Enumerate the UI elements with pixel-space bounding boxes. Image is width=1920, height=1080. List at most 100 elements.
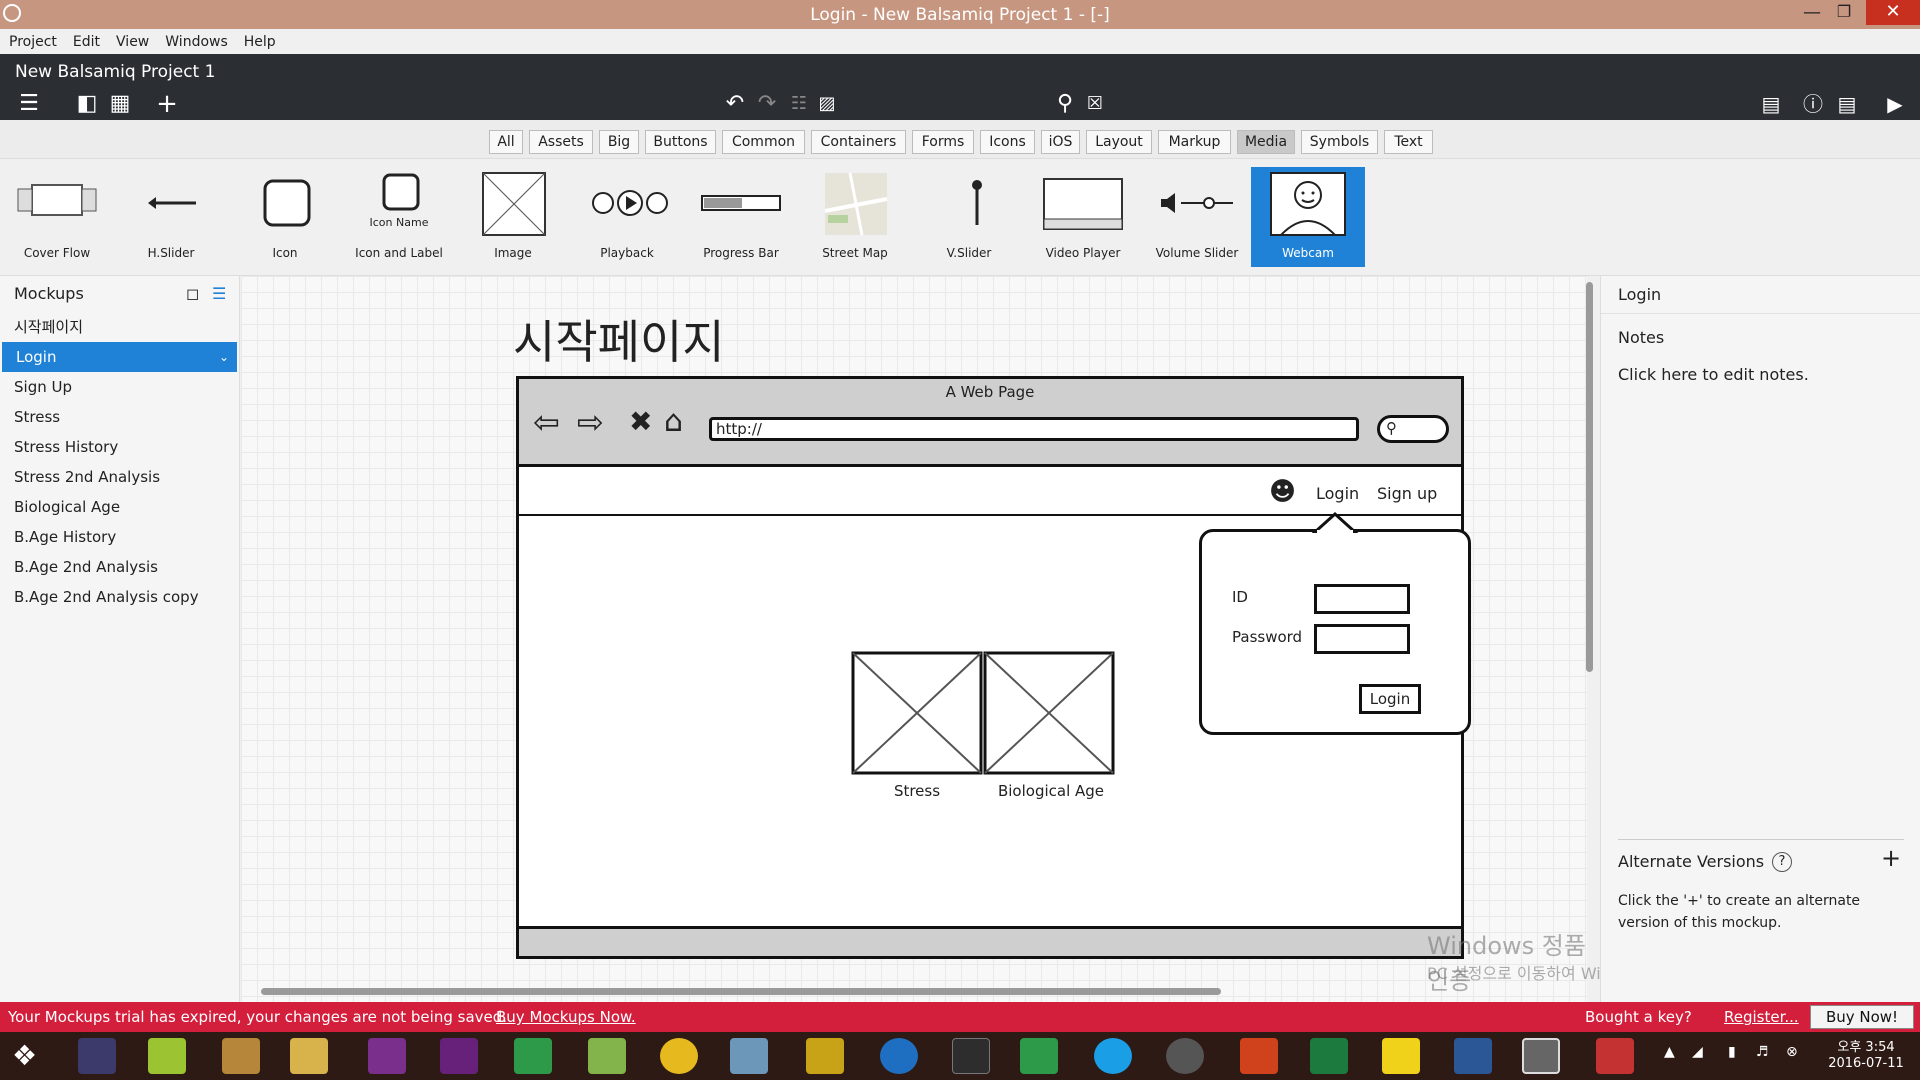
word-icon[interactable]	[1454, 1038, 1492, 1074]
onenote-icon[interactable]	[368, 1038, 406, 1074]
internet-explorer-icon[interactable]	[880, 1038, 918, 1074]
menu-view[interactable]: View	[116, 34, 149, 50]
palette-progress-bar[interactable]: Progress Bar	[684, 167, 798, 267]
filter-layout[interactable]: Layout	[1086, 130, 1152, 154]
network-icon[interactable]: ◢	[1692, 1044, 1703, 1060]
filter-ios[interactable]: iOS	[1041, 130, 1080, 154]
palette-image[interactable]: Image	[456, 167, 570, 267]
info-icon[interactable]: ⓘ	[1798, 90, 1828, 118]
undo-icon[interactable]: ↶	[720, 90, 750, 118]
app-taskbar-icon-2[interactable]	[730, 1038, 768, 1074]
fullscreen-icon[interactable]: ▶	[1880, 90, 1910, 118]
palette-v-slider[interactable]: V.Slider	[912, 167, 1026, 267]
mockup-item-bage-history[interactable]: B.Age History	[0, 522, 239, 552]
skype-icon[interactable]	[1094, 1038, 1132, 1074]
list-view-icon[interactable]: ☰	[212, 276, 226, 312]
add-alternate-icon[interactable]: +	[1881, 844, 1901, 872]
filter-big[interactable]: Big	[599, 130, 639, 154]
mockup-item-stress-2nd-analysis[interactable]: Stress 2nd Analysis	[0, 462, 239, 492]
filter-media[interactable]: Media	[1237, 130, 1295, 154]
settings-gear-icon[interactable]	[1166, 1038, 1204, 1074]
filter-containers[interactable]: Containers	[811, 130, 906, 154]
menu-project[interactable]: Project	[9, 34, 57, 50]
mockup-item-biological-age[interactable]: Biological Age	[0, 492, 239, 522]
horizontal-scrollbar[interactable]	[261, 988, 1221, 995]
balsamiq-active-icon[interactable]	[1522, 1038, 1560, 1074]
file-explorer-icon[interactable]	[290, 1038, 328, 1074]
filter-text[interactable]: Text	[1384, 130, 1433, 154]
terminal-icon[interactable]	[952, 1038, 990, 1074]
app-taskbar-icon-3[interactable]	[806, 1038, 844, 1074]
buy-now-button[interactable]: Buy Now!	[1810, 1005, 1914, 1029]
chrome-icon[interactable]	[660, 1038, 698, 1074]
single-view-icon[interactable]: ◧	[72, 90, 102, 118]
filter-assets[interactable]: Assets	[529, 130, 593, 154]
minimize-icon[interactable]: —	[1800, 2, 1824, 23]
copy-icon[interactable]: ☷	[784, 90, 814, 118]
evernote-icon-2[interactable]	[1020, 1038, 1058, 1074]
thumbnail-view-icon[interactable]: ◻	[186, 276, 199, 312]
restore-icon[interactable]: ❐	[1832, 2, 1856, 21]
chevron-down-icon[interactable]: ⌄	[219, 342, 229, 372]
paste-icon[interactable]: ▨	[812, 90, 842, 118]
battery-icon[interactable]: ▮	[1728, 1044, 1736, 1060]
filter-buttons[interactable]: Buttons	[645, 130, 716, 154]
buy-mockups-link[interactable]: Buy Mockups Now.	[496, 1008, 636, 1026]
filter-forms[interactable]: Forms	[912, 130, 974, 154]
help-icon[interactable]: ?	[1772, 852, 1792, 872]
excel-icon[interactable]	[1310, 1038, 1348, 1074]
windows-start-icon[interactable]: ❖	[12, 1042, 37, 1070]
mockup-item-stress[interactable]: Stress	[0, 402, 239, 432]
filter-markup[interactable]: Markup	[1158, 130, 1231, 154]
clock-time[interactable]: 오후 3:54	[1816, 1036, 1916, 1055]
visual-studio-icon[interactable]	[440, 1038, 478, 1074]
mockup-item-bage-2nd-analysis[interactable]: B.Age 2nd Analysis	[0, 552, 239, 582]
filter-icons[interactable]: Icons	[980, 130, 1035, 154]
app-taskbar-icon[interactable]	[222, 1038, 260, 1074]
mockup-item-start-page[interactable]: 시작페이지	[0, 312, 239, 342]
palette-playback[interactable]: Playback	[570, 167, 684, 267]
palette-icon-and-label[interactable]: Icon Name Icon and Label	[342, 167, 456, 267]
palette-webcam[interactable]: Webcam	[1251, 167, 1365, 267]
palette-volume-slider[interactable]: Volume Slider	[1140, 167, 1254, 267]
notes-text[interactable]: Click here to edit notes.	[1601, 347, 1920, 384]
redo-icon[interactable]: ↷	[752, 90, 782, 118]
add-icon[interactable]: +	[152, 90, 182, 118]
grid-view-icon[interactable]: ▦	[105, 90, 135, 118]
eclipse-taskbar-icon[interactable]	[78, 1038, 116, 1074]
register-link[interactable]: Register...	[1724, 1008, 1799, 1026]
app-taskbar-icon-4[interactable]	[1596, 1038, 1634, 1074]
presentation-icon[interactable]: ▤	[1756, 90, 1786, 118]
notepad-taskbar-icon[interactable]	[148, 1038, 186, 1074]
mockup-item-stress-history[interactable]: Stress History	[0, 432, 239, 462]
filter-all[interactable]: All	[489, 130, 523, 154]
tray-up-icon[interactable]: ▲	[1664, 1044, 1675, 1060]
filter-common[interactable]: Common	[722, 130, 805, 154]
notification-icon[interactable]: ⊗	[1786, 1044, 1798, 1060]
close-icon[interactable]: ✕	[1866, 0, 1920, 25]
mockup-item-login[interactable]: Login ⌄	[2, 342, 237, 372]
palette-cover-flow[interactable]: Cover Flow	[0, 167, 114, 267]
canvas-heading[interactable]: 시작페이지	[513, 306, 725, 372]
palette-street-map[interactable]: Street Map	[798, 167, 912, 267]
notes-icon[interactable]: ▤	[1832, 90, 1862, 118]
evernote-icon[interactable]	[514, 1038, 552, 1074]
volume-icon[interactable]: ♬	[1756, 1044, 1769, 1060]
delete-icon[interactable]: ☒	[1080, 90, 1110, 118]
mockup-canvas[interactable]: 시작페이지 A Web Page ⇦ ⇨ ✖ ⌂ http:// ⚲ ☻ Log…	[241, 276, 1785, 1002]
vertical-scrollbar[interactable]	[1586, 282, 1593, 672]
kakaotalk-icon[interactable]	[1382, 1038, 1420, 1074]
menu-help[interactable]: Help	[244, 34, 276, 50]
android-studio-icon[interactable]	[588, 1038, 626, 1074]
hamburger-menu-icon[interactable]: ☰	[14, 90, 44, 118]
palette-h-slider[interactable]: H.Slider	[114, 167, 228, 267]
clock-date[interactable]: 2016-07-11	[1816, 1056, 1916, 1071]
menu-windows[interactable]: Windows	[165, 34, 228, 50]
mockup-item-bage-2nd-analysis-copy[interactable]: B.Age 2nd Analysis copy	[0, 582, 239, 612]
headphones-icon[interactable]	[1240, 1038, 1278, 1074]
menu-edit[interactable]: Edit	[73, 34, 100, 50]
search-icon[interactable]: ⚲	[1050, 90, 1080, 118]
palette-video-player[interactable]: Video Player	[1026, 167, 1140, 267]
mockup-item-sign-up[interactable]: Sign Up	[0, 372, 239, 402]
filter-symbols[interactable]: Symbols	[1301, 130, 1378, 154]
